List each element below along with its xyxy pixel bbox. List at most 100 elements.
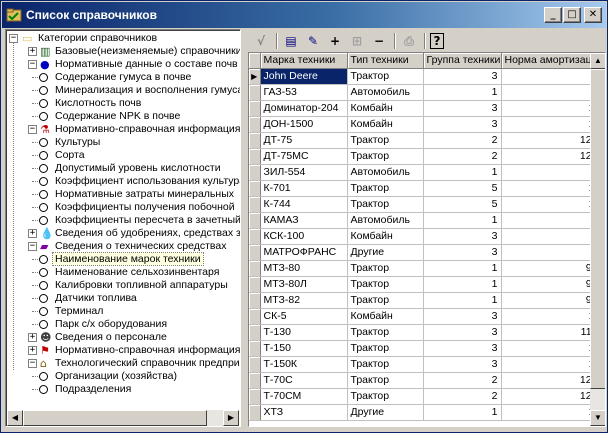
- table-row[interactable]: Т-70СТрактор212.5: [249, 372, 605, 389]
- table-row[interactable]: МАТРОФРАНСДругие311: [249, 244, 605, 261]
- cell-depreciation[interactable]: 12.5: [501, 388, 605, 405]
- row-indicator[interactable]: [249, 180, 261, 197]
- tree-item[interactable]: − ● Нормативные данные о составе почв: [6, 58, 238, 71]
- tree-item[interactable]: Культуры: [6, 136, 238, 149]
- collapse-icon[interactable]: −: [28, 125, 37, 134]
- row-indicator[interactable]: [249, 148, 261, 165]
- table-row[interactable]: Т-70СМТрактор212.5: [249, 388, 605, 405]
- print-button[interactable]: ⎙: [400, 32, 418, 50]
- row-indicator[interactable]: [249, 388, 261, 405]
- row-indicator[interactable]: [249, 228, 261, 245]
- cell-group[interactable]: 3: [423, 356, 502, 373]
- cell-brand[interactable]: Т-150: [260, 340, 348, 357]
- collapse-icon[interactable]: −: [28, 242, 37, 251]
- row-indicator[interactable]: [249, 292, 261, 309]
- cell-brand[interactable]: Доминатор-204: [260, 100, 348, 117]
- close-button[interactable]: ✕: [584, 7, 602, 23]
- cell-depreciation[interactable]: 11: [501, 68, 605, 85]
- cell-group[interactable]: 1: [423, 404, 502, 421]
- tree-item[interactable]: Допустимый уровень кислотности: [6, 162, 238, 175]
- scroll-thumb[interactable]: [23, 410, 207, 426]
- cell-brand[interactable]: ДТ-75: [260, 132, 348, 149]
- tree-item[interactable]: + ☻ Сведения о персонале: [6, 331, 238, 344]
- cell-brand[interactable]: МТЗ-82: [260, 292, 348, 309]
- tree-item[interactable]: Организации (хозяйства): [6, 370, 238, 383]
- cell-group[interactable]: 1: [423, 84, 502, 101]
- table-row[interactable]: СК-5Комбайн310: [249, 308, 605, 325]
- row-indicator[interactable]: [249, 84, 261, 101]
- tree-item[interactable]: Коэффициент использования культурами: [6, 175, 240, 188]
- equipment-grid[interactable]: Марка техники Тип техники Группа техники…: [248, 52, 606, 427]
- tree-item[interactable]: + ▥ Базовые(неизменяемые) справочники: [6, 45, 240, 58]
- cell-group[interactable]: 3: [423, 100, 502, 117]
- collapse-icon[interactable]: −: [28, 359, 37, 368]
- tree-item[interactable]: Датчики топлива: [6, 292, 238, 305]
- expand-icon[interactable]: +: [28, 47, 37, 56]
- cell-brand[interactable]: ДОН-1500: [260, 116, 348, 133]
- cell-depreciation[interactable]: 10: [501, 308, 605, 325]
- cell-group[interactable]: 5: [423, 196, 502, 213]
- cell-type[interactable]: Трактор: [347, 276, 424, 293]
- cell-brand[interactable]: МАТРОФРАНС: [260, 244, 348, 261]
- cell-depreciation[interactable]: 10: [501, 116, 605, 133]
- collapse-icon[interactable]: −: [9, 34, 18, 43]
- row-indicator[interactable]: [249, 404, 261, 421]
- cell-brand[interactable]: СК-5: [260, 308, 348, 325]
- tree-item[interactable]: Содержание NPK в почве: [6, 110, 238, 123]
- scroll-right-icon[interactable]: ▶: [223, 410, 239, 426]
- row-indicator[interactable]: [249, 100, 261, 117]
- cell-brand[interactable]: Т-70С: [260, 372, 348, 389]
- tree-item[interactable]: Коэффициенты получения побочной: [6, 201, 238, 214]
- cell-type[interactable]: Комбайн: [347, 100, 424, 117]
- cell-type[interactable]: Трактор: [347, 148, 424, 165]
- cell-group[interactable]: 1: [423, 164, 502, 181]
- cell-depreciation[interactable]: 10: [501, 340, 605, 357]
- cell-type[interactable]: Трактор: [347, 180, 424, 197]
- column-header-depreciation[interactable]: Норма амортизации: [501, 53, 605, 69]
- cell-group[interactable]: 3: [423, 228, 502, 245]
- tree-item[interactable]: Сорта: [6, 149, 238, 162]
- tree-item[interactable]: Терминал: [6, 305, 238, 318]
- cell-group[interactable]: 2: [423, 132, 502, 149]
- table-row[interactable]: Т-130Трактор311.1: [249, 324, 605, 341]
- cell-type[interactable]: Трактор: [347, 356, 424, 373]
- cell-depreciation[interactable]: 0: [501, 164, 605, 181]
- row-indicator[interactable]: [249, 356, 261, 373]
- cell-depreciation[interactable]: 11.1: [501, 324, 605, 341]
- cell-type[interactable]: Трактор: [347, 340, 424, 357]
- cell-depreciation[interactable]: 12.5: [501, 132, 605, 149]
- cell-type[interactable]: Трактор: [347, 324, 424, 341]
- cell-group[interactable]: 3: [423, 116, 502, 133]
- tree-item[interactable]: Наименование сельхозинвентаря: [6, 266, 238, 279]
- cell-depreciation[interactable]: 10: [501, 356, 605, 373]
- row-indicator[interactable]: [249, 276, 261, 293]
- row-indicator[interactable]: [249, 116, 261, 133]
- add-child-button[interactable]: ⊞: [348, 32, 366, 50]
- cell-type[interactable]: Другие: [347, 244, 424, 261]
- catalog-tree[interactable]: − ▭ Категории справочников + ▥ Базовые(неизме…: [5, 29, 241, 427]
- cell-type[interactable]: Трактор: [347, 196, 424, 213]
- table-row[interactable]: ЗИЛ-554Автомобиль10: [249, 164, 605, 181]
- expand-icon[interactable]: +: [28, 346, 37, 355]
- cell-group[interactable]: 3: [423, 68, 502, 85]
- table-row[interactable]: ДТ-75Трактор212.5: [249, 132, 605, 149]
- cell-group[interactable]: 2: [423, 372, 502, 389]
- cell-type[interactable]: Автомобиль: [347, 212, 424, 229]
- cell-brand[interactable]: К-701: [260, 180, 348, 197]
- scroll-up-icon[interactable]: ▲: [590, 53, 605, 69]
- cell-brand[interactable]: МТЗ-80: [260, 260, 348, 277]
- cell-type[interactable]: Комбайн: [347, 228, 424, 245]
- grid-scroll-thumb[interactable]: [590, 69, 605, 389]
- cell-depreciation[interactable]: 10: [501, 196, 605, 213]
- tree-item[interactable]: Парк с/х оборудования: [6, 318, 238, 331]
- row-indicator[interactable]: [249, 244, 261, 261]
- row-indicator[interactable]: [249, 260, 261, 277]
- scroll-left-icon[interactable]: ◀: [7, 410, 23, 426]
- cell-brand[interactable]: John Deere: [260, 68, 348, 85]
- column-header-type[interactable]: Тип техники: [347, 53, 424, 69]
- cell-depreciation[interactable]: 0: [501, 212, 605, 229]
- cell-group[interactable]: 3: [423, 308, 502, 325]
- table-row[interactable]: ДТ-75МСТрактор212.5: [249, 148, 605, 165]
- cell-brand[interactable]: КСК-100: [260, 228, 348, 245]
- row-indicator[interactable]: [249, 372, 261, 389]
